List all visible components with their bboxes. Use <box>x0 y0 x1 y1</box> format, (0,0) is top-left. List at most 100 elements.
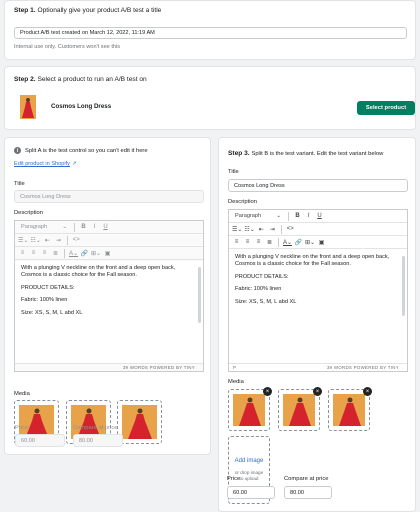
split-b-editor-body[interactable]: With a plunging V neckline on the front … <box>229 250 407 363</box>
numbered-list-icon: ☷⌄ <box>30 237 41 244</box>
description-paragraph: With a plunging V neckline on the front … <box>21 265 176 279</box>
numbered-list-icon[interactable]: ☷⌄ <box>244 224 254 234</box>
selected-product-name: Cosmos Long Dress <box>51 103 112 110</box>
split-b-media-thumb-1[interactable]: × <box>228 387 272 431</box>
image-icon: ▣ <box>104 250 111 257</box>
split-a-editor-body: With a plunging V neckline on the front … <box>15 261 203 363</box>
paragraph-select: Paragraph ⌄ <box>18 222 70 232</box>
add-image-label[interactable]: Add image <box>234 458 264 466</box>
split-a-description-label: Description <box>14 210 43 216</box>
edit-in-shopify-link[interactable]: Edit product in Shopify ↗ <box>14 161 77 167</box>
description-paragraph: Fabric: 100% linen <box>235 286 282 293</box>
dress-image <box>233 394 265 426</box>
code-icon[interactable]: <> <box>286 224 295 234</box>
split-b-editor[interactable]: Paragraph ⌄ B I U ☰⌄ ☷⌄ ⇤ ⇥ <> ≡ ≡ ≡ ≣ A⌄ <box>228 209 408 372</box>
split-b-compare-input[interactable]: 80.00 <box>284 486 332 499</box>
step1-card: Step 1. Optionally give your product A/B… <box>4 0 416 60</box>
align-justify-icon[interactable]: ≣ <box>265 237 274 247</box>
step1-help-text: Internal use only. Customers won't see t… <box>14 44 121 50</box>
product-thumbnail <box>20 95 36 119</box>
dress-image <box>22 98 34 118</box>
paragraph-select-value: Paragraph <box>21 224 48 230</box>
edit-link-label: Edit product in Shopify <box>14 161 70 167</box>
bullet-list-icon: ☰⌄ <box>18 237 29 244</box>
align-right-icon[interactable]: ≡ <box>254 237 263 247</box>
split-b-price-label: Price <box>227 476 241 482</box>
status-words: 39 WORDS POWERED BY TINY <box>326 365 399 370</box>
toolbar-divider <box>74 222 75 232</box>
info-icon: i <box>14 147 21 154</box>
split-b-media-thumb-2[interactable]: × <box>278 387 322 431</box>
test-title-input[interactable]: Product A/B test created on March 12, 20… <box>14 27 407 39</box>
underline-icon: U <box>103 224 108 230</box>
step1-instruction: Optionally give your product A/B test a … <box>37 7 162 14</box>
align-center-icon: ≡ <box>31 250 36 256</box>
editor-scrollbar[interactable] <box>198 267 201 323</box>
split-b-toolbar-row-3: ≡ ≡ ≡ ≣ A⌄ 🔗 ⊞⌄ ▣ <box>229 236 407 249</box>
split-a-intro-row: i Split A is the test control so you can… <box>14 147 148 154</box>
bold-icon[interactable]: B <box>293 211 302 221</box>
select-product-button[interactable]: Select product <box>357 101 415 115</box>
indent-icon: ⇥ <box>55 237 61 244</box>
external-link-icon: ↗ <box>71 161 77 167</box>
split-b-toolbar-row-1: Paragraph ⌄ B I U <box>229 210 407 223</box>
split-b-description-label: Description <box>228 199 257 205</box>
italic-icon[interactable]: I <box>304 211 313 221</box>
split-b-media-thumb-3[interactable]: × <box>328 387 372 431</box>
paragraph-select[interactable]: Paragraph ⌄ <box>232 211 284 221</box>
text-color-icon[interactable]: A⌄ <box>283 237 292 247</box>
split-a-price-input: 60.00 <box>15 434 65 447</box>
toolbar-divider <box>278 237 279 247</box>
description-paragraph: Fabric: 100% linen <box>21 297 68 304</box>
editor-scrollbar[interactable] <box>402 256 405 316</box>
italic-icon: I <box>93 224 96 230</box>
dress-icon <box>128 408 152 439</box>
link-icon: 🔗 <box>80 250 89 257</box>
table-icon[interactable]: ⊞⌄ <box>305 237 315 247</box>
align-justify-icon: ≣ <box>52 250 59 257</box>
split-a-compare-label: Compare at price <box>73 425 118 431</box>
step2-card: Step 2. Select a product to run an A/B t… <box>4 66 416 130</box>
split-b-title-value: Cosmos Long Dress <box>234 182 285 189</box>
image-icon[interactable]: ▣ <box>317 237 326 247</box>
ab-test-page: Step 1. Optionally give your product A/B… <box>0 0 420 512</box>
chevron-down-icon: ⌄ <box>276 213 281 219</box>
link-icon[interactable]: 🔗 <box>294 237 303 247</box>
split-b-compare-value: 80.00 <box>290 489 304 496</box>
dress-image <box>333 394 365 426</box>
align-left-icon[interactable]: ≡ <box>232 237 241 247</box>
outdent-icon[interactable]: ⇤ <box>257 224 266 234</box>
indent-icon[interactable]: ⇥ <box>268 224 277 234</box>
chevron-down-icon: ⌄ <box>62 224 67 230</box>
remove-image-icon[interactable]: × <box>313 387 322 396</box>
paragraph-select-value: Paragraph <box>235 213 262 219</box>
dress-image <box>283 394 315 426</box>
step2-instruction: Select a product to run an A/B test on <box>37 76 147 83</box>
underline-icon[interactable]: U <box>315 211 324 221</box>
remove-image-icon[interactable]: × <box>363 387 372 396</box>
outdent-icon: ⇤ <box>44 237 50 244</box>
split-b-title-input[interactable]: Cosmos Long Dress <box>228 179 408 192</box>
description-paragraph: With a plunging V neckline on the front … <box>235 254 390 268</box>
remove-image-icon[interactable]: × <box>263 387 272 396</box>
text-color-icon: A⌄ <box>69 250 79 257</box>
split-b-price-input[interactable]: 60.00 <box>227 486 275 499</box>
split-a-toolbar-row-2: ☰⌄ ☷⌄ ⇤ ⇥ <> <box>15 234 203 247</box>
status-path: P <box>233 365 237 370</box>
step1-heading: Step 1. Optionally give your product A/B… <box>14 7 161 14</box>
split-a-price-value: 60.00 <box>21 437 35 444</box>
dress-icon <box>289 397 311 426</box>
split-a-toolbar-row-3: ≡ ≡ ≡ ≣ A⌄ 🔗 ⊞⌄ ▣ <box>15 247 203 260</box>
bold-icon: B <box>81 224 86 230</box>
split-a-title-value: Cosmos Long Dress <box>20 193 71 200</box>
split-a-title-input: Cosmos Long Dress <box>14 190 204 203</box>
split-b-intro: Split B is the test variant. Edit the te… <box>251 151 384 157</box>
dress-icon <box>239 397 261 426</box>
description-paragraph: Size: XS, S, M, L abd XL <box>235 298 297 305</box>
toolbar-divider <box>66 235 68 245</box>
bullet-list-icon[interactable]: ☰⌄ <box>232 224 242 234</box>
toolbar-divider <box>280 224 282 234</box>
split-b-toolbar-row-2: ☰⌄ ☷⌄ ⇤ ⇥ <> <box>229 223 407 236</box>
align-center-icon[interactable]: ≡ <box>243 237 252 247</box>
split-a-toolbar-row-1: Paragraph ⌄ B I U <box>15 221 203 234</box>
